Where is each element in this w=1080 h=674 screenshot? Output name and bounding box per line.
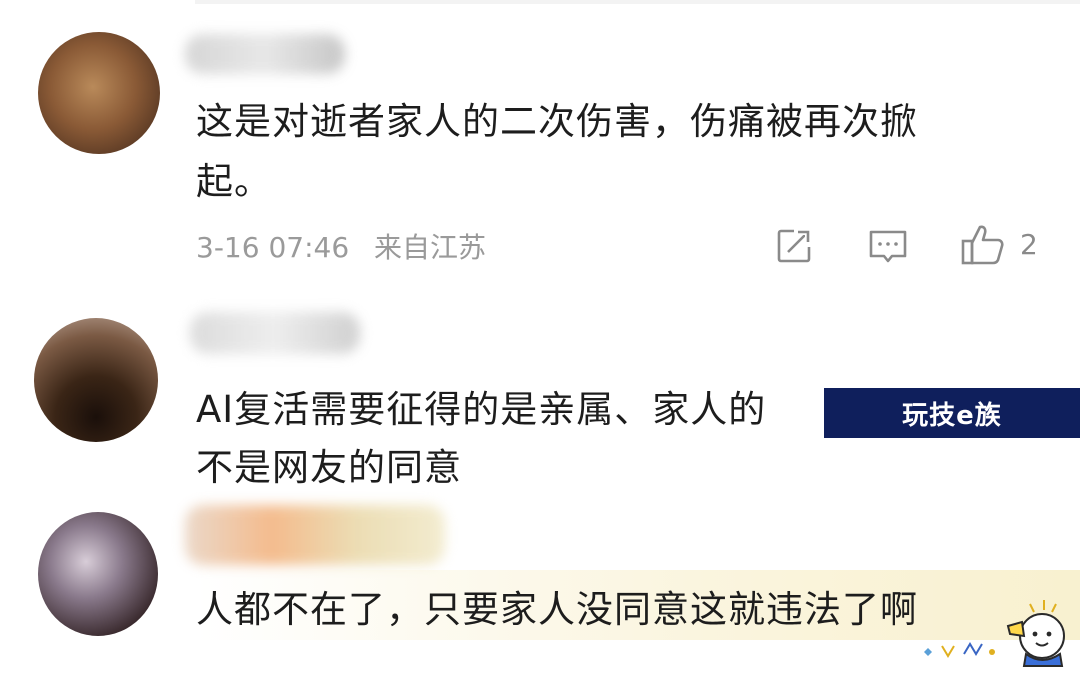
comment-date: 3-16 07:46 [196,231,350,264]
avatar[interactable] [34,318,158,442]
comment-text-line: AI复活需要征得的是亲属、家人的 [196,388,767,431]
top-divider [195,0,1080,4]
comment-text-line: 这是对逝者家人的二次伤害，伤痛被再次掀 [196,100,918,143]
comment-meta: 3-16 07:46 来自江苏 [196,226,502,266]
comment-text-line: 起。 [196,160,272,203]
username-blurred[interactable] [190,312,360,354]
thumbs-up-icon[interactable] [960,222,1006,272]
comment-location: 来自江苏 [374,231,487,264]
like-count: 2 [1020,228,1038,261]
username-blurred[interactable] [185,505,445,565]
comment-text-line: 人都不在了，只要家人没同意这就违法了啊 [196,588,918,631]
comment-text-line: 不是网友的同意 [196,446,462,489]
avatar[interactable] [38,32,160,154]
comment-icon[interactable] [868,226,908,270]
avatar[interactable] [38,512,158,636]
watermark-logo: 玩技e族 [824,388,1080,438]
share-icon[interactable] [776,226,814,268]
sparkle-decoration [920,640,1000,664]
username-blurred[interactable] [185,34,345,74]
cartoon-sticker-icon [1000,596,1076,668]
